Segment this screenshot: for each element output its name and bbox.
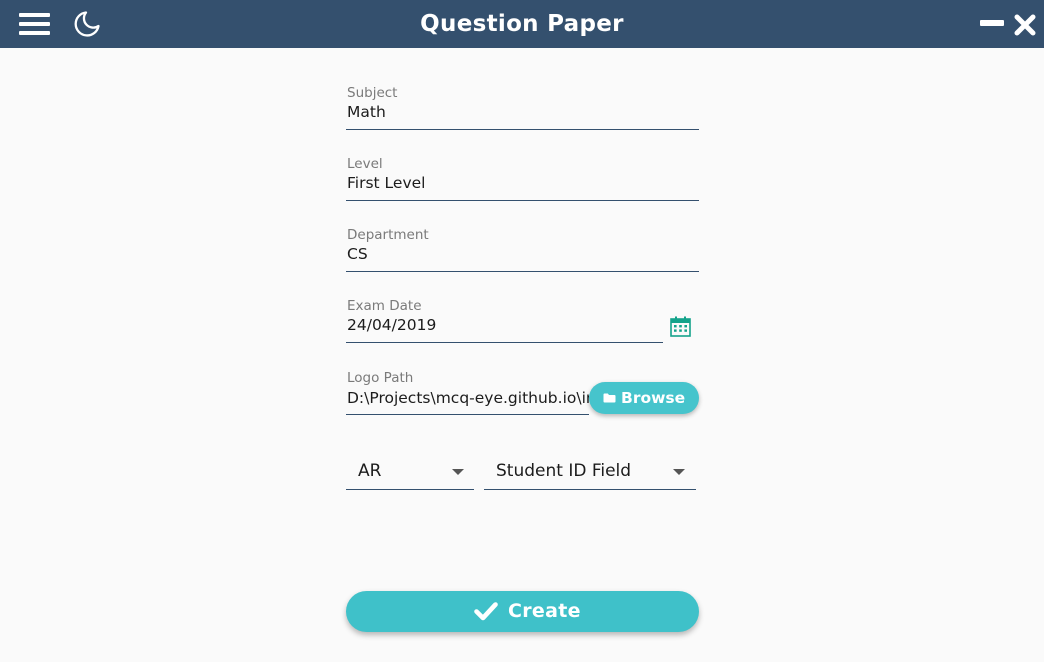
caret-down-icon (673, 469, 685, 475)
subject-underline (346, 129, 699, 130)
language-select-underline (346, 489, 474, 490)
browse-button-label: Browse (621, 389, 686, 407)
department-underline (346, 271, 699, 272)
level-input[interactable]: First Level (347, 174, 697, 192)
folder-icon (603, 393, 616, 403)
create-button[interactable]: Create (346, 591, 699, 632)
theme-toggle-button[interactable] (73, 10, 101, 38)
menu-button[interactable] (19, 13, 50, 35)
exam-date-underline (346, 342, 663, 343)
logo-path-underline (346, 414, 589, 415)
minimize-button[interactable] (980, 20, 1004, 26)
create-button-label: Create (508, 600, 581, 622)
caret-down-icon (452, 469, 464, 475)
logo-path-input[interactable]: D:\Projects\mcq-eye.github.io\im (347, 389, 589, 407)
subject-input[interactable]: Math (347, 103, 697, 121)
browse-button[interactable]: Browse (589, 382, 699, 414)
window-title: Question Paper (420, 11, 624, 37)
date-picker-button[interactable] (670, 316, 691, 337)
subject-label: Subject (347, 85, 398, 101)
calendar-icon (670, 316, 691, 337)
department-label: Department (347, 227, 429, 243)
level-label: Level (347, 156, 383, 172)
logo-path-label: Logo Path (347, 370, 414, 386)
exam-date-label: Exam Date (347, 298, 422, 314)
student-id-select-underline (484, 489, 696, 490)
exam-date-input[interactable]: 24/04/2019 (347, 316, 659, 334)
student-id-select-value: Student ID Field (496, 461, 632, 481)
close-button[interactable] (1014, 14, 1036, 36)
student-id-select[interactable]: Student ID Field (484, 455, 696, 490)
level-underline (346, 200, 699, 201)
close-icon (1014, 14, 1036, 36)
language-select-value: AR (358, 461, 382, 481)
check-icon (474, 602, 498, 621)
title-bar: Question Paper (0, 0, 1044, 48)
moon-icon (74, 11, 100, 37)
language-select[interactable]: AR (346, 455, 474, 490)
department-input[interactable]: CS (347, 245, 697, 263)
